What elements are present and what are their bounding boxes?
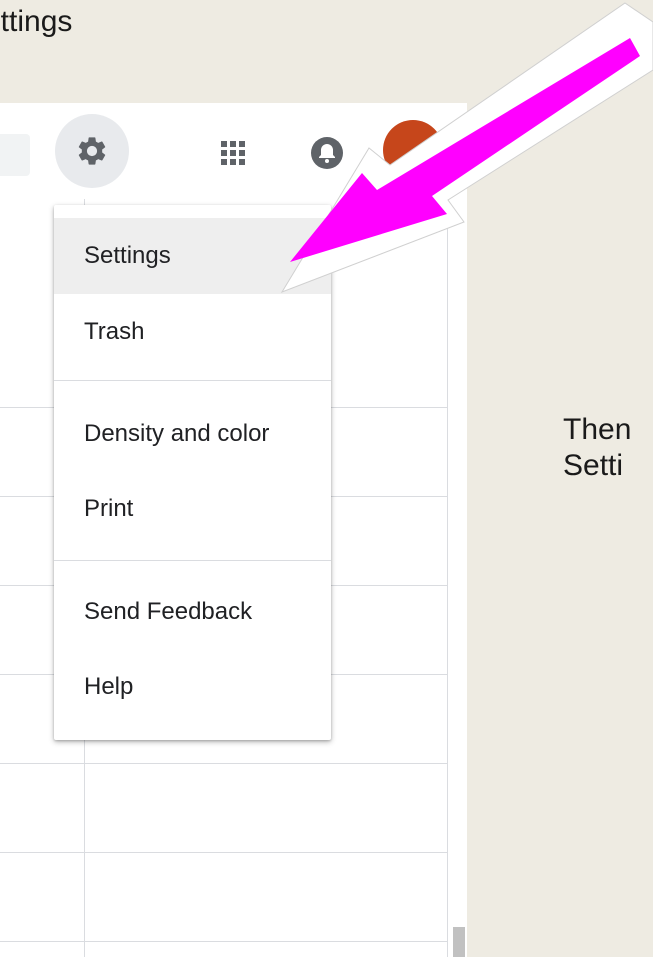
notifications-button[interactable] (305, 131, 349, 175)
menu-item-print[interactable]: Print (54, 471, 331, 547)
grid-row-line (0, 852, 447, 853)
slide-note: Then Setti (563, 412, 631, 484)
settings-gear-button[interactable] (55, 114, 129, 188)
gear-icon (78, 137, 106, 165)
grid-row-line (0, 941, 447, 942)
scrollbar-thumb[interactable] (453, 927, 465, 957)
menu-item-send-feedback[interactable]: Send Feedback (54, 574, 331, 650)
toolbar (0, 103, 467, 199)
settings-dropdown-menu: Settings Trash Density and color Print S… (54, 205, 331, 740)
menu-item-trash[interactable]: Trash (54, 294, 331, 370)
menu-item-density-and-color[interactable]: Density and color (54, 396, 331, 472)
slide-note-line-1: Then (563, 413, 632, 446)
menu-divider (54, 380, 331, 381)
menu-item-help[interactable]: Help (54, 649, 331, 725)
menu-divider (54, 560, 331, 561)
slide-note-line-2: Setti (563, 449, 624, 482)
slide-title: ettings (0, 5, 73, 38)
bell-icon (311, 137, 343, 169)
menu-item-settings[interactable]: Settings (54, 218, 331, 294)
search-bar-edge[interactable] (0, 134, 30, 176)
apps-grid-icon (221, 141, 245, 165)
grid-row-line (0, 763, 447, 764)
grid-column-line (447, 199, 448, 957)
account-avatar[interactable] (383, 120, 443, 180)
apps-button[interactable] (211, 131, 255, 175)
